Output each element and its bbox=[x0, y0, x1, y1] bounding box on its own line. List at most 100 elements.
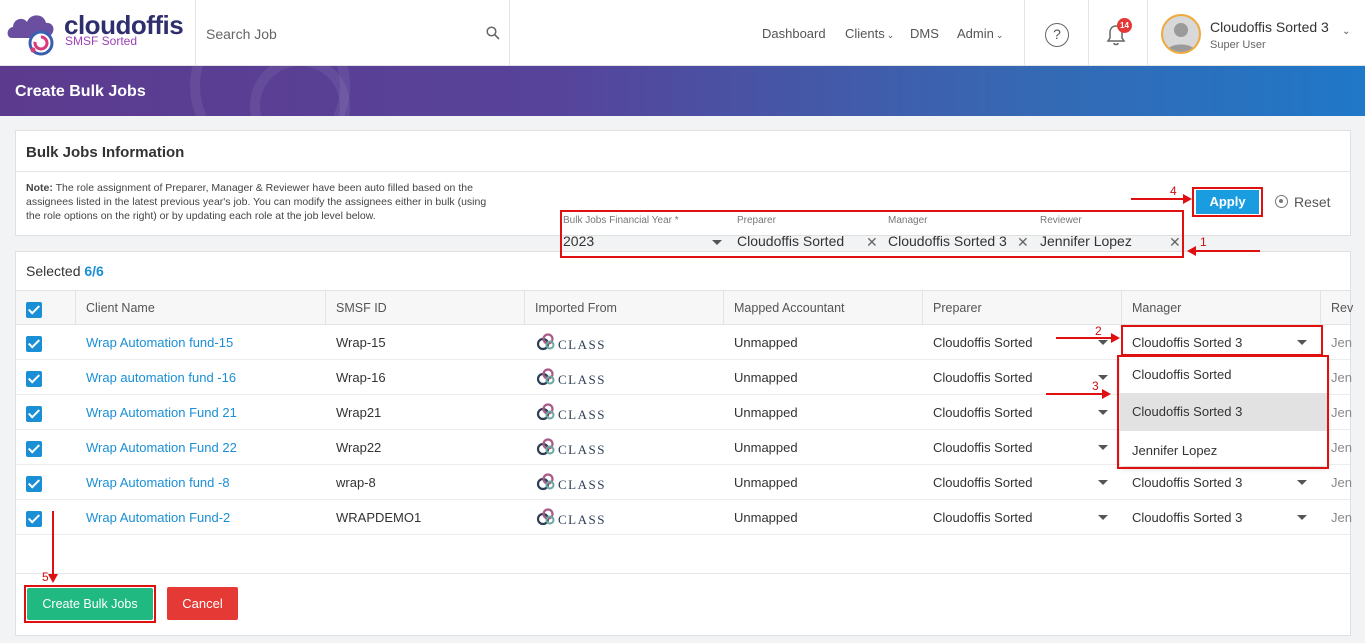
select-all-checkbox[interactable] bbox=[26, 302, 42, 318]
row-checkbox[interactable] bbox=[26, 476, 42, 492]
reviewer-select[interactable]: Jen bbox=[1331, 510, 1352, 525]
smsf-id: Wrap21 bbox=[336, 405, 382, 420]
user-role: Super User bbox=[1210, 39, 1266, 51]
selected-label: Selected bbox=[26, 263, 81, 279]
dropdown-arrow-icon[interactable] bbox=[1297, 480, 1307, 485]
nav-clients-label: Clients bbox=[845, 26, 885, 41]
dropdown-arrow-icon[interactable] bbox=[1098, 515, 1108, 520]
manager-select[interactable]: Cloudoffis Sorted 3 bbox=[1132, 510, 1242, 525]
preparer-select[interactable]: Cloudoffis Sorted bbox=[933, 370, 1033, 385]
row-checkbox[interactable] bbox=[26, 511, 42, 527]
column-divider bbox=[325, 291, 326, 326]
header-manager[interactable]: Manager bbox=[1132, 301, 1181, 315]
preparer-select[interactable]: Cloudoffis Sorted bbox=[933, 440, 1033, 455]
annotation-box-manager bbox=[1121, 325, 1323, 356]
cloud-logo-icon bbox=[7, 15, 54, 56]
notification-badge: 14 bbox=[1117, 18, 1132, 33]
help-icon[interactable]: ? bbox=[1045, 23, 1069, 47]
chevron-down-icon: ⌄ bbox=[995, 30, 1004, 40]
header-mapped-accountant[interactable]: Mapped Accountant bbox=[734, 301, 845, 315]
mapped-accountant: Unmapped bbox=[734, 335, 798, 350]
column-divider bbox=[922, 291, 923, 326]
mapped-accountant: Unmapped bbox=[734, 510, 798, 525]
column-divider bbox=[1320, 291, 1321, 326]
preparer-select[interactable]: Cloudoffis Sorted bbox=[933, 335, 1033, 350]
row-checkbox[interactable] bbox=[26, 406, 42, 422]
imported-from-label: CLASS bbox=[558, 372, 606, 387]
annotation-step-4: 4 bbox=[1170, 184, 1177, 198]
client-name-link[interactable]: Wrap Automation Fund-2 bbox=[86, 510, 230, 525]
client-name-link[interactable]: Wrap Automation Fund 21 bbox=[86, 405, 237, 420]
imported-from-label: CLASS bbox=[558, 512, 606, 527]
header-imported-from[interactable]: Imported From bbox=[535, 301, 617, 315]
banner-decoration bbox=[250, 66, 350, 116]
row-checkbox[interactable] bbox=[26, 336, 42, 352]
annotation-arrowhead bbox=[48, 574, 58, 583]
preparer-select[interactable]: Cloudoffis Sorted bbox=[933, 405, 1033, 420]
annotation-box-apply bbox=[1192, 187, 1263, 217]
class-logo: CLASS bbox=[536, 507, 608, 527]
annotation-arrow-line bbox=[52, 511, 54, 575]
annotation-step-3: 3 bbox=[1092, 379, 1099, 393]
user-name[interactable]: Cloudoffis Sorted 3 bbox=[1210, 19, 1329, 35]
annotation-step-1: 1 bbox=[1200, 235, 1207, 249]
client-name-link[interactable]: Wrap Automation fund -8 bbox=[86, 475, 230, 490]
search-input[interactable]: Search Job bbox=[206, 26, 277, 42]
cloudoffis-logo[interactable]: cloudoffis SMSF Sorted bbox=[6, 8, 186, 58]
page-header-banner: Create Bulk Jobs bbox=[0, 66, 1365, 116]
row-checkbox[interactable] bbox=[26, 441, 42, 457]
smsf-id: Wrap-16 bbox=[336, 370, 386, 385]
dropdown-arrow-icon[interactable] bbox=[1098, 375, 1108, 380]
nav-dashboard[interactable]: Dashboard bbox=[762, 26, 826, 41]
dropdown-arrow-icon[interactable] bbox=[1098, 340, 1108, 345]
avatar[interactable] bbox=[1161, 14, 1201, 54]
class-logo: CLASS bbox=[536, 367, 608, 387]
divider bbox=[1088, 0, 1089, 66]
preparer-select[interactable]: Cloudoffis Sorted bbox=[933, 510, 1033, 525]
annotation-arrow-line bbox=[1196, 250, 1260, 252]
reviewer-select[interactable]: Jen bbox=[1331, 475, 1352, 490]
reset-button[interactable]: Reset bbox=[1275, 194, 1331, 210]
client-name-link[interactable]: Wrap automation fund -16 bbox=[86, 370, 236, 385]
column-divider bbox=[1121, 291, 1122, 326]
reviewer-select[interactable]: Jen bbox=[1331, 370, 1352, 385]
search-icon[interactable] bbox=[486, 26, 500, 40]
class-logo: CLASS bbox=[536, 332, 608, 352]
column-divider bbox=[75, 291, 76, 326]
nav-admin[interactable]: Admin ⌄ bbox=[957, 26, 1003, 41]
client-name-link[interactable]: Wrap Automation fund-15 bbox=[86, 335, 233, 350]
annotation-arrowhead bbox=[1187, 246, 1196, 256]
annotation-arrow-line bbox=[1131, 198, 1183, 200]
header-preparer[interactable]: Preparer bbox=[933, 301, 982, 315]
annotation-arrowhead bbox=[1111, 333, 1120, 343]
reviewer-select[interactable]: Jen bbox=[1331, 335, 1352, 350]
nav-clients[interactable]: Clients ⌄ bbox=[845, 26, 894, 41]
header-smsf-id[interactable]: SMSF ID bbox=[336, 301, 387, 315]
smsf-id: wrap-8 bbox=[336, 475, 376, 490]
smsf-id: Wrap-15 bbox=[336, 335, 386, 350]
client-name-link[interactable]: Wrap Automation Fund 22 bbox=[86, 440, 237, 455]
dropdown-arrow-icon[interactable] bbox=[1297, 515, 1307, 520]
manager-select[interactable]: Cloudoffis Sorted 3 bbox=[1132, 475, 1242, 490]
divider bbox=[195, 0, 196, 66]
divider bbox=[1147, 0, 1148, 66]
dropdown-arrow-icon[interactable] bbox=[1098, 410, 1108, 415]
divider bbox=[16, 573, 1350, 574]
top-navbar: cloudoffis SMSF Sorted Search Job Dashbo… bbox=[0, 0, 1365, 66]
class-logo-icon bbox=[536, 333, 555, 351]
dropdown-arrow-icon[interactable] bbox=[1098, 480, 1108, 485]
cancel-button[interactable]: Cancel bbox=[167, 587, 238, 620]
row-checkbox[interactable] bbox=[26, 371, 42, 387]
chevron-down-icon[interactable]: ⌄ bbox=[1342, 26, 1350, 37]
reviewer-select[interactable]: Jen bbox=[1331, 440, 1352, 455]
preparer-select[interactable]: Cloudoffis Sorted bbox=[933, 475, 1033, 490]
class-logo-icon bbox=[536, 403, 555, 421]
annotation-arrow-line bbox=[1046, 393, 1102, 395]
table-header: Client Name SMSF ID Imported From Mapped… bbox=[16, 290, 1353, 326]
dropdown-arrow-icon[interactable] bbox=[1098, 445, 1108, 450]
header-client-name[interactable]: Client Name bbox=[86, 301, 155, 315]
header-reviewer[interactable]: Rev bbox=[1331, 301, 1353, 315]
nav-dms[interactable]: DMS bbox=[910, 26, 939, 41]
reviewer-select[interactable]: Jen bbox=[1331, 405, 1352, 420]
mapped-accountant: Unmapped bbox=[734, 405, 798, 420]
